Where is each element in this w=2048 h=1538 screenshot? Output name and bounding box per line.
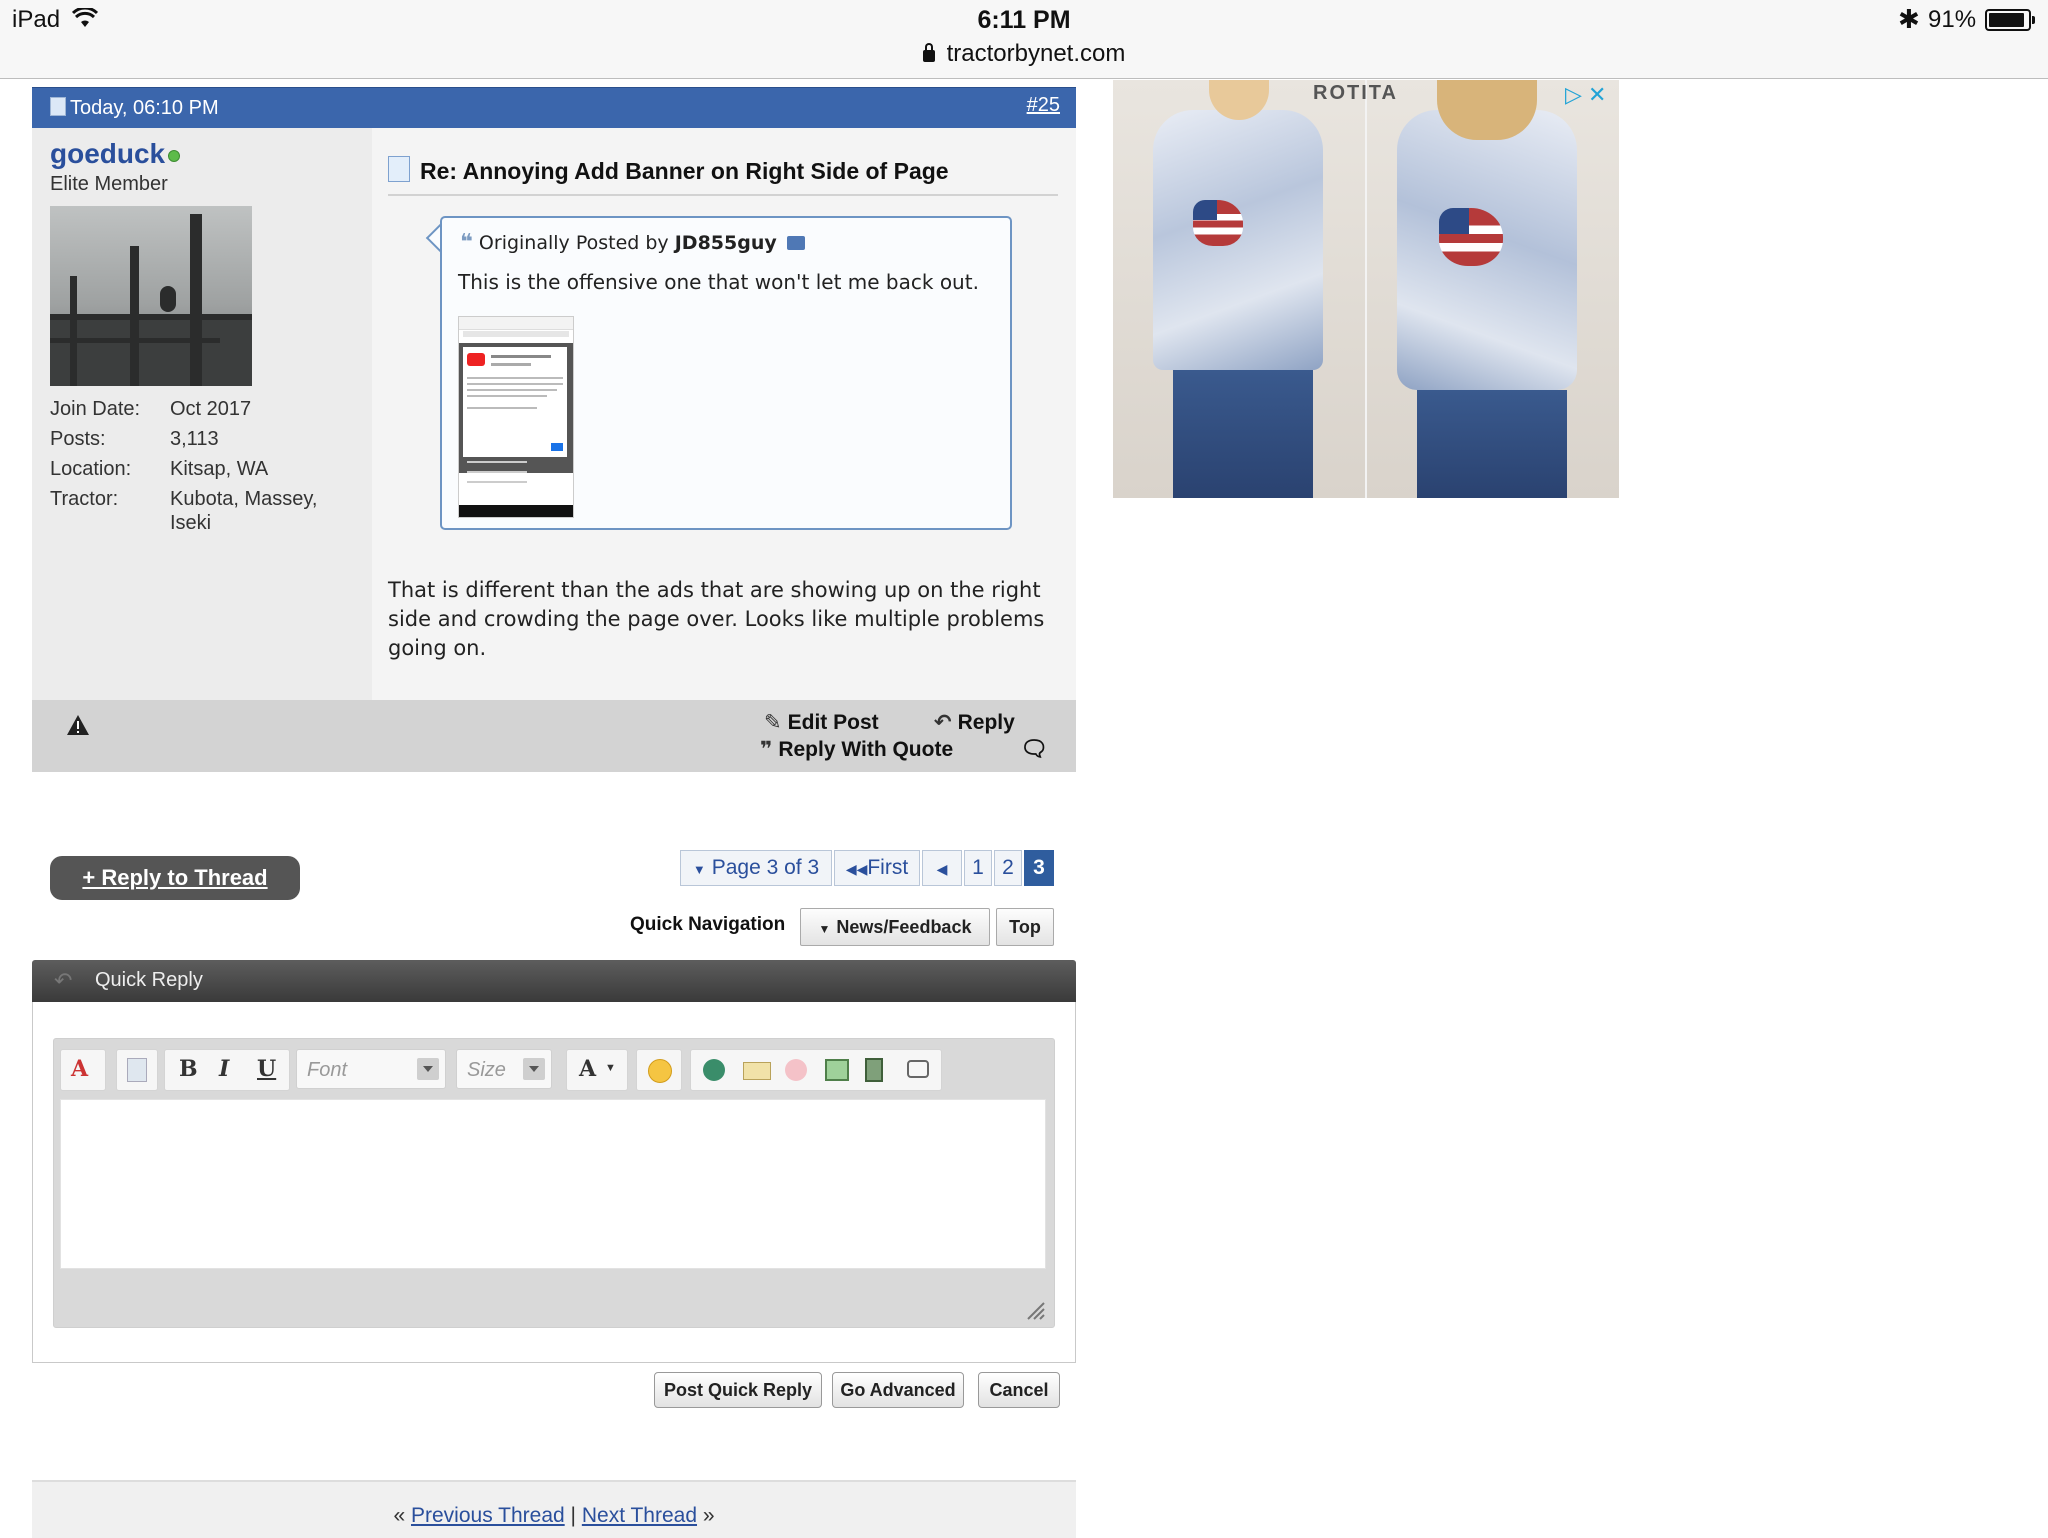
quote-text: This is the offensive one that won't let… (458, 270, 979, 294)
ad-image-back[interactable] (1367, 80, 1619, 498)
thread-navigation-bar: « Previous Thread | Next Thread » (32, 1480, 1076, 1538)
remove-format-icon[interactable]: A (60, 1049, 106, 1091)
forum-jump-dropdown[interactable]: ▼ News/Feedback (800, 908, 990, 946)
title-divider (388, 194, 1058, 196)
quote-author: JD855guy (674, 232, 777, 254)
previous-thread-link[interactable]: Previous Thread (411, 1504, 565, 1527)
lock-icon (922, 43, 935, 62)
quote-image-thumbnail[interactable] (458, 316, 574, 518)
ad-image-front[interactable] (1113, 80, 1365, 498)
quick-reply-panel: A B I U Font Size A ▼ (32, 1002, 1076, 1363)
posts-value: 3,113 (170, 428, 219, 450)
bold-button[interactable]: B (179, 1056, 198, 1082)
edit-post-button[interactable]: ✎ Edit Post (764, 710, 879, 735)
tractor-value-2: Iseki (170, 512, 212, 534)
post-quick-reply-button[interactable]: Post Quick Reply (654, 1372, 822, 1408)
ad-choices-icon[interactable]: ▷ (1565, 82, 1582, 107)
post-icon (50, 97, 66, 116)
paste-icon[interactable] (116, 1049, 158, 1091)
post-number-link[interactable]: #25 (1027, 94, 1060, 117)
post-title: Re: Annoying Add Banner on Right Side of… (420, 158, 949, 184)
font-select[interactable]: Font (296, 1049, 446, 1089)
quote-insert-icon[interactable] (907, 1060, 929, 1078)
size-select[interactable]: Size (456, 1049, 552, 1089)
quick-reply-header: ↶ Quick Reply (32, 960, 1076, 1002)
post-content: Re: Annoying Add Banner on Right Side of… (372, 128, 1076, 700)
battery-icon (1985, 9, 2035, 31)
reply-to-thread-button[interactable]: + Reply to Thread (50, 856, 300, 900)
location-label: Location: (50, 458, 132, 480)
user-title: Elite Member (50, 173, 168, 195)
page-1-link[interactable]: 1 (964, 850, 992, 886)
next-thread-link[interactable]: Next Thread (582, 1504, 697, 1527)
image-icon[interactable] (785, 1059, 807, 1081)
ad-brand-logo: ROTITA (1313, 82, 1398, 104)
post-date: Today, 06:10 PM (70, 97, 219, 119)
reply-button[interactable]: ↶ Reply (934, 710, 1015, 735)
quote-icon: ❝ (460, 230, 473, 255)
message-textarea[interactable] (60, 1099, 1046, 1269)
online-status-icon (168, 150, 180, 162)
video-icon[interactable] (865, 1058, 883, 1082)
status-bar: iPad 6:11 PM tractorbynet.com ✱ 91% (0, 0, 2048, 79)
tractor-label: Tractor: (50, 488, 119, 510)
link-icon[interactable] (703, 1059, 725, 1081)
url-bar[interactable]: tractorbynet.com (0, 40, 2048, 68)
page-2-link[interactable]: 2 (994, 850, 1022, 886)
smiley-icon[interactable] (636, 1049, 682, 1091)
insert-image-icon[interactable] (825, 1059, 849, 1081)
tractor-value: Kubota, Massey, (170, 488, 318, 510)
quote-prefix: Originally Posted by (478, 232, 669, 254)
posts-label: Posts: (50, 428, 106, 450)
post-body: goeduck Elite Member Join Date: Oct 2017… (32, 128, 1076, 700)
user-info-panel: goeduck Elite Member Join Date: Oct 2017… (32, 128, 372, 700)
editor: A B I U Font Size A ▼ (53, 1038, 1055, 1328)
multi-quote-icon[interactable]: 🗨 (1020, 736, 1048, 762)
avatar[interactable] (50, 206, 252, 386)
prev-page-icon[interactable]: ◀ (922, 850, 962, 886)
quick-navigation-label: Quick Navigation (630, 914, 786, 935)
ad-close-icon[interactable]: ✕ (1588, 82, 1606, 107)
resize-handle-icon[interactable] (1026, 1301, 1046, 1321)
clock: 6:11 PM (977, 6, 1071, 34)
pencil-icon: ✎ (764, 711, 782, 734)
editor-toolbar: A B I U Font Size A ▼ (60, 1045, 1046, 1093)
quick-reply-title: Quick Reply (95, 969, 203, 991)
report-icon[interactable] (66, 714, 90, 736)
location-value: Kitsap, WA (170, 458, 269, 480)
post-footer: ✎ Edit Post ↶ Reply ❞ Reply With Quote 🗨 (32, 700, 1076, 772)
quote-box: ❝ Originally Posted by JD855guy This is t… (440, 216, 1012, 530)
email-icon[interactable] (743, 1062, 771, 1080)
text-style-group: B I U (164, 1049, 290, 1091)
quote-bubble-icon: ❞ (760, 738, 773, 761)
reply-with-quote-button[interactable]: ❞ Reply With Quote (760, 737, 953, 762)
go-advanced-button[interactable]: Go Advanced (832, 1372, 964, 1408)
url-text: tractorbynet.com (946, 40, 1126, 67)
username-link[interactable]: goeduck (50, 138, 165, 170)
first-page-link[interactable]: ◀◀First (834, 850, 920, 886)
italic-button[interactable]: I (219, 1056, 229, 1082)
post-header: Today, 06:10 PM #25 (32, 87, 1076, 128)
text-color-button[interactable]: A ▼ (566, 1049, 628, 1091)
top-button[interactable]: Top (996, 908, 1054, 946)
cancel-button[interactable]: Cancel (978, 1372, 1060, 1408)
join-date-value: Oct 2017 (170, 398, 252, 420)
page-dropdown[interactable]: ▼ Page 3 of 3 (680, 850, 832, 886)
view-post-icon[interactable] (786, 236, 805, 250)
insert-group (690, 1049, 942, 1091)
advertisement[interactable]: ROTITA ▷ ✕ (1113, 80, 1619, 498)
reply-arrow-icon: ↶ (934, 711, 952, 734)
underline-button[interactable]: U (257, 1056, 276, 1082)
post-title-icon (388, 156, 410, 182)
reply-arrow-icon: ↶ (54, 968, 73, 993)
bluetooth-icon: ✱ (1898, 4, 1920, 34)
chevron-down-icon (417, 1058, 439, 1080)
join-date-label: Join Date: (50, 398, 141, 420)
current-page[interactable]: 3 (1024, 850, 1054, 886)
post-message: That is different than the ads that are … (388, 578, 1045, 660)
battery-percent: 91% (1928, 6, 1977, 33)
chevron-down-icon (523, 1058, 545, 1080)
